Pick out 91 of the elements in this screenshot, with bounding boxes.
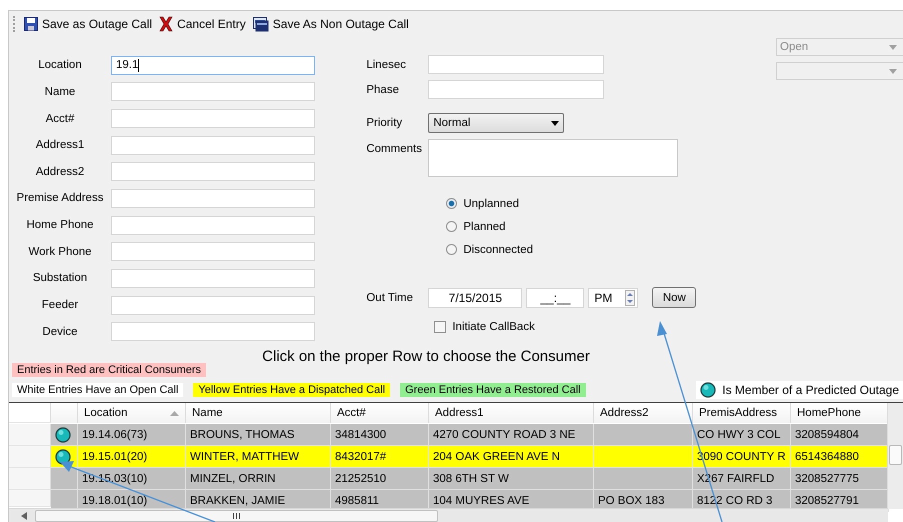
radio-button[interactable] bbox=[446, 198, 458, 209]
table-cell: 21252510 bbox=[331, 468, 429, 490]
table-cell: BROUNS, THOMAS bbox=[186, 424, 331, 446]
field-label: Out Time bbox=[366, 292, 414, 304]
table-cell: 34814300 bbox=[331, 424, 429, 446]
field-label: Phase bbox=[366, 84, 400, 96]
spinner-icon[interactable] bbox=[625, 290, 636, 306]
field-label: Feeder bbox=[40, 299, 80, 312]
legend-label: Green Entries Have a Restored Call bbox=[400, 382, 586, 396]
radio-label: Disconnected bbox=[463, 244, 534, 256]
radio-label: Planned bbox=[463, 220, 506, 232]
ball-icon bbox=[700, 382, 716, 398]
left-arrow-icon[interactable] bbox=[21, 512, 27, 520]
legend-label: Yellow Entries Have a Dispatched Call bbox=[193, 382, 390, 396]
ampm-field[interactable]: PM bbox=[588, 288, 638, 308]
field-label: Device bbox=[41, 326, 79, 338]
caret-icon bbox=[551, 120, 560, 126]
legend-label: White Entries Have an Open Call bbox=[12, 382, 184, 396]
input-field[interactable] bbox=[111, 268, 315, 288]
input-field[interactable]: 19.1 bbox=[111, 56, 315, 75]
input-field[interactable] bbox=[111, 216, 315, 235]
field-label: Premise Address bbox=[16, 192, 104, 204]
table-cell: 308 6TH ST W bbox=[429, 468, 594, 490]
column-header[interactable]: PremisAddress bbox=[693, 403, 791, 423]
caret-icon bbox=[889, 68, 897, 74]
column-header[interactable]: Address2 bbox=[594, 403, 693, 423]
field-label: Home Phone bbox=[25, 219, 95, 232]
input-field[interactable] bbox=[111, 136, 315, 155]
checkbox[interactable] bbox=[434, 321, 446, 333]
field-label: Linesec bbox=[366, 58, 407, 70]
input-field[interactable] bbox=[111, 188, 315, 208]
date-field[interactable]: 7/15/2015 bbox=[428, 288, 522, 308]
input-field[interactable] bbox=[111, 109, 315, 128]
toolbar-button[interactable]: Save As Non Outage Call bbox=[252, 16, 409, 32]
toolbar-button[interactable]: Cancel Entry bbox=[159, 16, 246, 32]
field-label: Address1 bbox=[34, 139, 86, 152]
input-field[interactable] bbox=[111, 82, 315, 102]
table-cell: 4270 COUNTY ROAD 3 NE bbox=[429, 424, 594, 446]
field-label: Comments bbox=[366, 143, 423, 155]
document-stack-icon bbox=[252, 16, 269, 32]
table-cell: 3208594804 bbox=[791, 424, 889, 446]
field-label: Work Phone bbox=[27, 246, 93, 258]
row-header[interactable] bbox=[9, 468, 51, 490]
field-label: Name bbox=[44, 86, 76, 98]
table-cell: 3208527775 bbox=[791, 468, 889, 490]
field-label: Acct# bbox=[44, 112, 76, 125]
input-field[interactable] bbox=[111, 162, 315, 182]
input-field[interactable] bbox=[428, 80, 604, 99]
input-field[interactable] bbox=[111, 322, 315, 342]
caret-icon bbox=[889, 44, 897, 50]
field-label: Substation bbox=[32, 272, 88, 284]
input-field[interactable] bbox=[428, 55, 604, 74]
x-icon bbox=[159, 16, 174, 32]
column-header[interactable]: Location bbox=[78, 403, 186, 423]
table-cell: CO HWY 3 COL bbox=[693, 424, 791, 446]
comments-field[interactable] bbox=[428, 139, 678, 177]
column-header[interactable] bbox=[51, 403, 78, 423]
priority-dropdown[interactable]: Normal bbox=[428, 113, 564, 133]
field-label: Priority bbox=[366, 117, 404, 129]
table-cell: WINTER, MATTHEW bbox=[186, 446, 331, 468]
table-cell: 8432017# bbox=[331, 446, 429, 468]
legend-label: Entries in Red are Critical Consumers bbox=[12, 362, 206, 376]
table-cell: MINZEL, ORRIN bbox=[186, 468, 331, 490]
table-cell: 6514364880 bbox=[791, 446, 889, 468]
radio-button[interactable] bbox=[446, 221, 458, 232]
row-header[interactable] bbox=[9, 490, 51, 507]
ball-icon bbox=[55, 426, 71, 442]
legend-label: Is Member of a Predicted Outage bbox=[722, 382, 899, 396]
row-header[interactable] bbox=[9, 446, 51, 468]
input-field[interactable] bbox=[111, 296, 315, 315]
grip-icon bbox=[233, 512, 240, 518]
table-cell: 204 OAK GREEN AVE N bbox=[429, 446, 594, 468]
radio-button[interactable] bbox=[446, 244, 458, 255]
time-field[interactable]: __:__ bbox=[526, 288, 584, 308]
horizontal-scrollbar[interactable] bbox=[9, 508, 888, 522]
radio-label: Unplanned bbox=[463, 198, 519, 210]
sort-arrow-icon bbox=[170, 410, 179, 416]
column-header[interactable]: Name bbox=[186, 403, 331, 423]
column-header[interactable]: Address1 bbox=[429, 403, 594, 423]
field-label: Address2 bbox=[34, 166, 86, 178]
field-label: Location bbox=[37, 59, 83, 72]
table-cell: 19.15.01(20) bbox=[78, 446, 186, 468]
input-field[interactable] bbox=[111, 242, 315, 262]
toolbar-button[interactable]: Save as Outage Call bbox=[24, 17, 152, 31]
instruction-text: Click on the proper Row to choose the Consumer bbox=[262, 348, 590, 367]
vertical-scrollbar[interactable] bbox=[887, 403, 903, 509]
row-header[interactable] bbox=[9, 424, 51, 446]
checkbox-label: Initiate CallBack bbox=[452, 321, 535, 333]
column-header[interactable]: Acct# bbox=[331, 403, 429, 423]
table-cell: 19.14.06(73) bbox=[78, 424, 186, 446]
now-button[interactable]: Now bbox=[652, 287, 696, 308]
